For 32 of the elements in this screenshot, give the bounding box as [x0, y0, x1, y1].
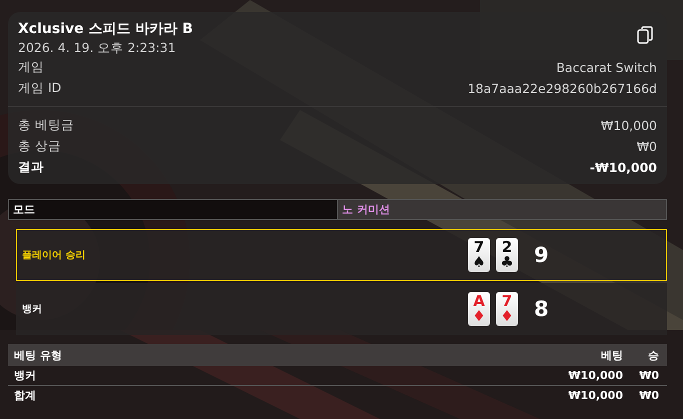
column-header: 베팅 유형	[14, 348, 63, 362]
table-cell-text: ₩10,000	[567, 389, 623, 402]
hand-score: 8	[533, 297, 550, 321]
column-header: 승	[647, 348, 659, 362]
hand-score: 9	[533, 243, 550, 267]
table-cell-text: ₩10,000	[567, 369, 623, 382]
column-header: 베팅	[600, 348, 623, 362]
total-label: 총 베팅금	[18, 117, 74, 134]
total-label: 결과	[18, 159, 44, 176]
table-cell-text: 합계	[14, 388, 37, 403]
date-time: 2026. 4. 19. 오후 2:23:31	[18, 40, 177, 57]
playing-card: 7 ♠	[468, 238, 490, 272]
table-cell-text: ₩0	[638, 389, 659, 402]
hand-label: 뱅커	[22, 303, 43, 316]
playing-card: 2 ♣	[496, 238, 518, 272]
hand-label: 플레이어 승리	[22, 249, 86, 262]
playing-card: A ♦	[468, 292, 490, 326]
copy-icon[interactable]	[637, 26, 653, 44]
info-label: 게임	[18, 59, 44, 76]
table-cell-text: ₩0	[638, 369, 659, 382]
total-label: 총 상금	[18, 138, 61, 155]
playing-card: 7 ♦	[496, 292, 518, 326]
game-title: Xclusive 스피드 바카라 B	[18, 20, 193, 38]
info-value: Baccarat Switch	[556, 60, 657, 75]
total-value: -₩10,000	[590, 160, 657, 175]
table-cell-text: 뱅커	[14, 368, 37, 383]
total-value: ₩0	[636, 139, 657, 154]
info-value: 18a7aaa22e298260b267166d	[468, 81, 657, 96]
mode-label: 모드	[9, 200, 338, 219]
mode-value: 노 커미션	[338, 200, 666, 219]
info-label: 게임 ID	[18, 80, 62, 97]
total-value: ₩10,000	[600, 118, 657, 133]
